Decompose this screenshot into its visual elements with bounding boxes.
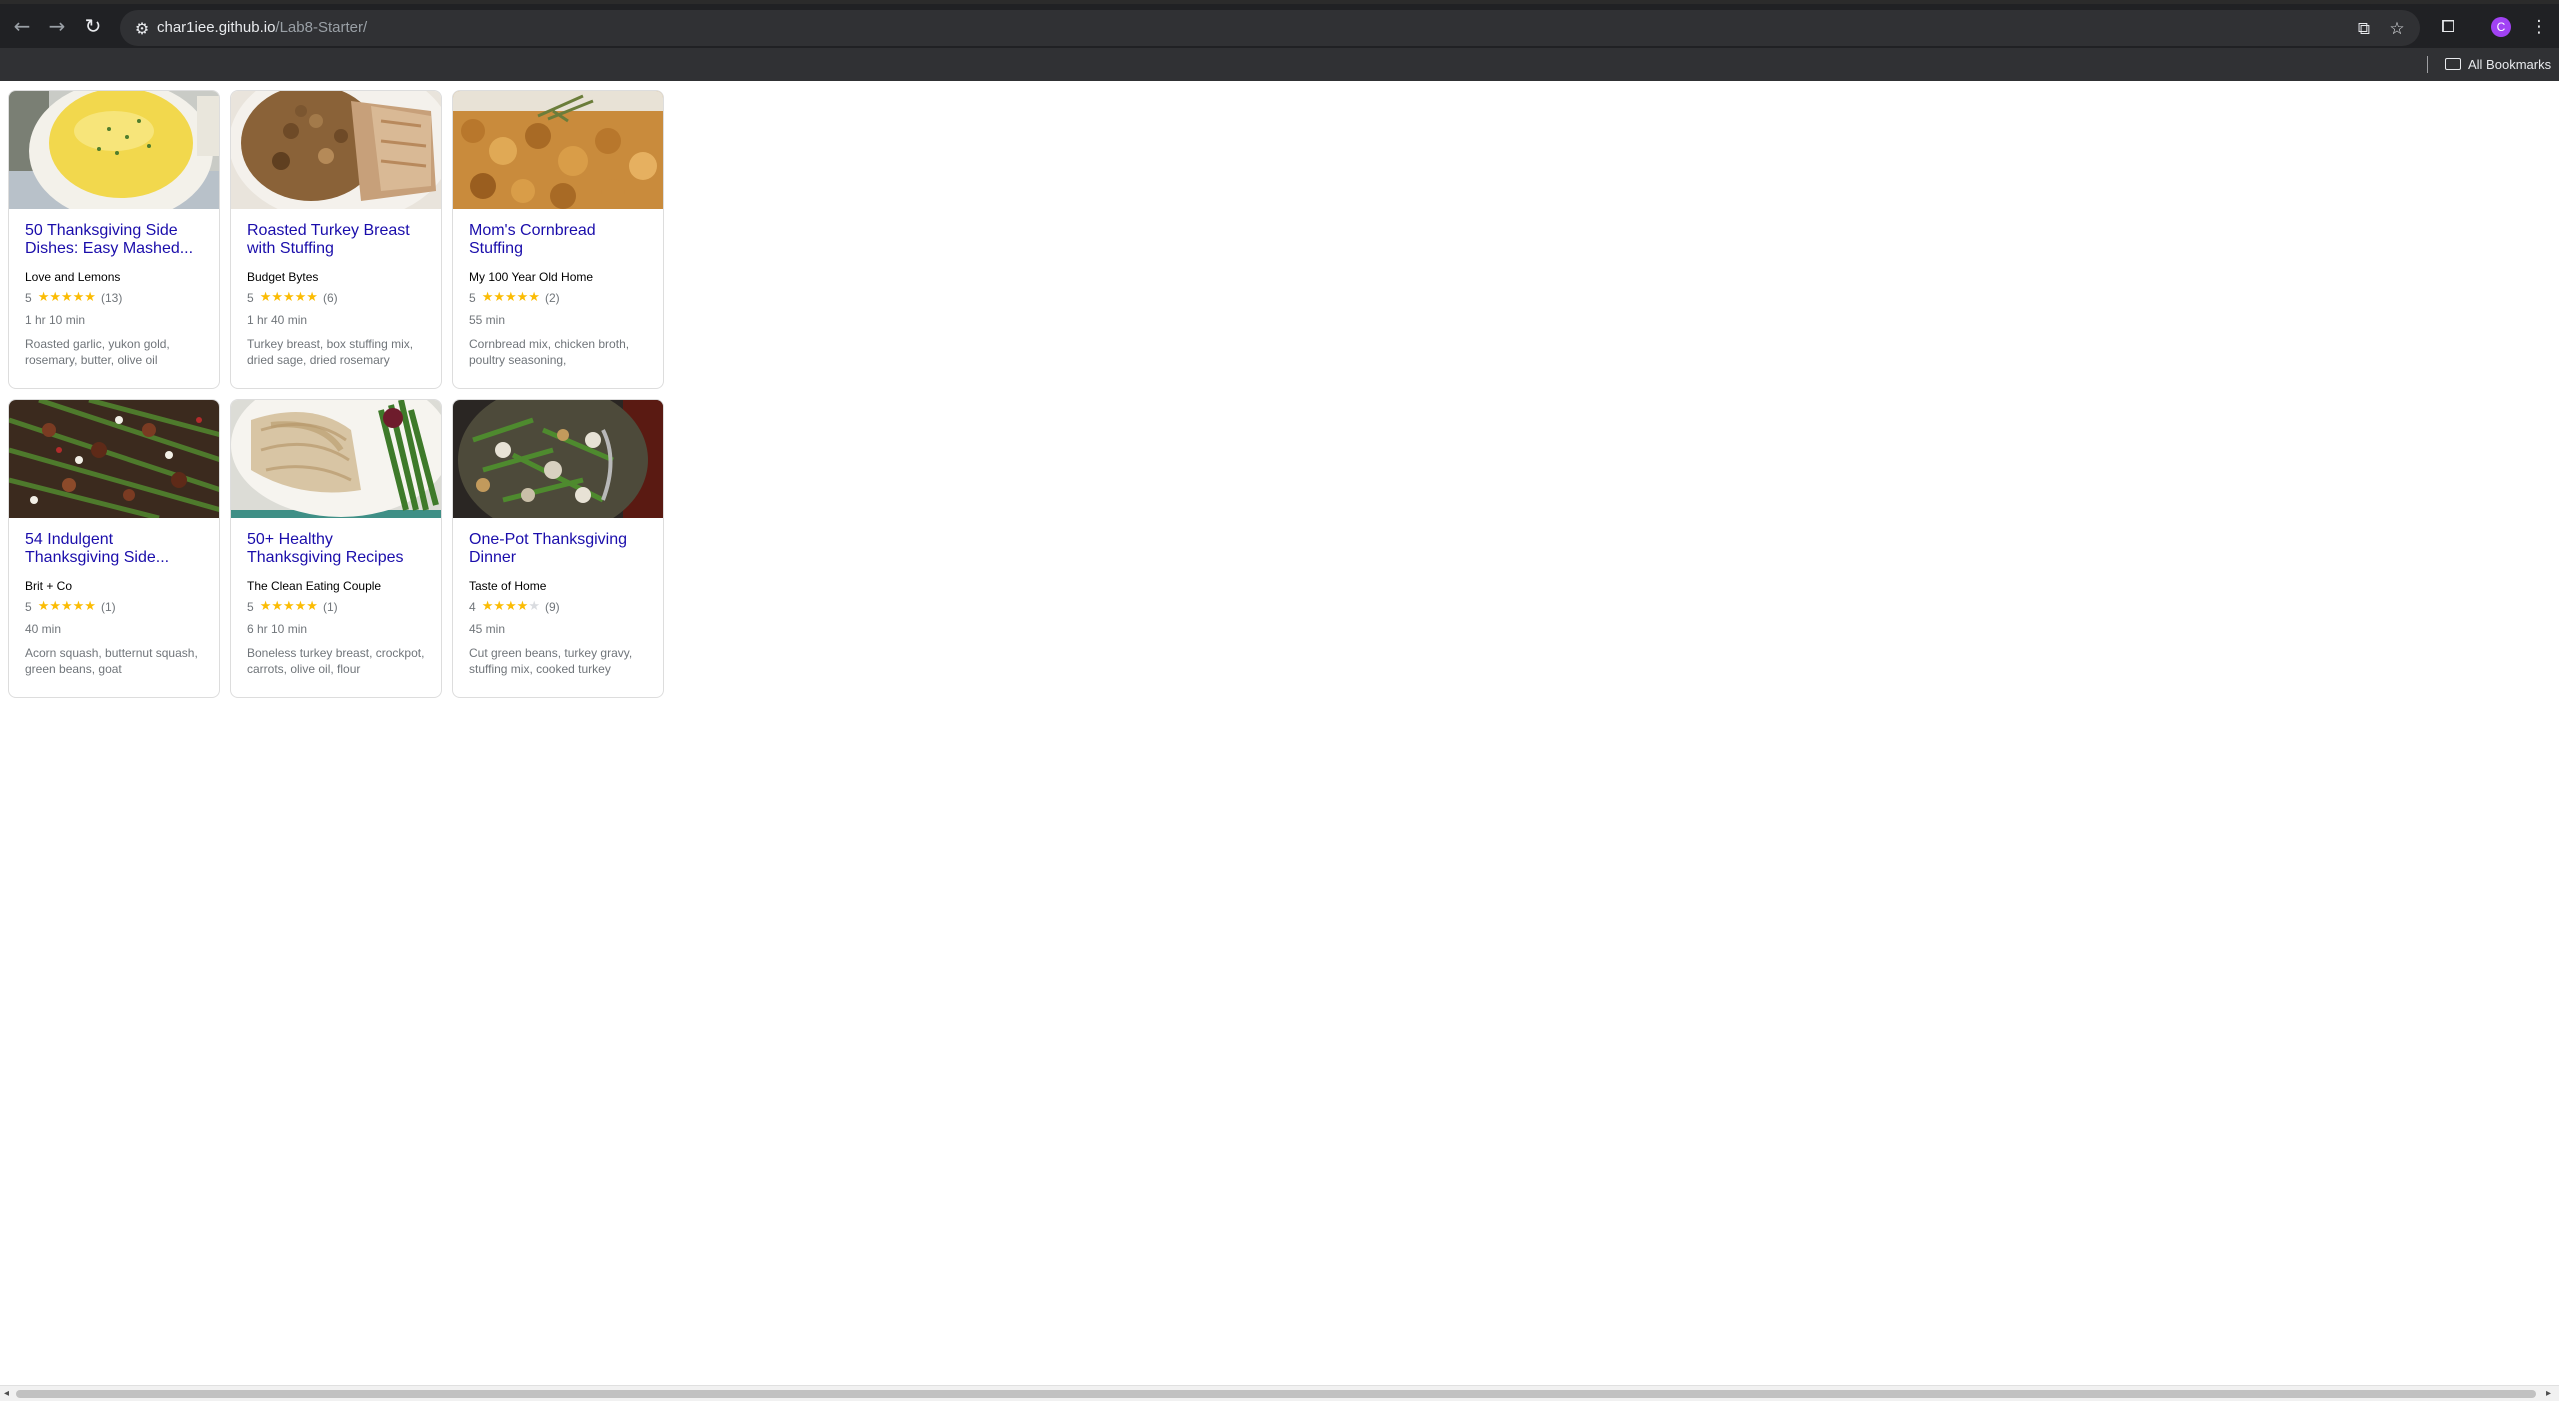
review-count: (2)	[544, 291, 560, 305]
profile-avatar[interactable]: C	[2491, 17, 2511, 37]
recipe-organization: Love and Lemons	[25, 270, 121, 284]
recipe-card: Roasted Turkey Breast with Stuffing Budg…	[230, 90, 442, 389]
star-rating-icon: ★★★★★	[260, 600, 318, 614]
recipe-organization: Budget Bytes	[247, 270, 319, 284]
review-count: (1)	[322, 600, 338, 614]
all-bookmarks-label: All Bookmarks	[2468, 56, 2552, 72]
recipe-card: 50+ Healthy Thanksgiving Recipes The Cle…	[230, 399, 442, 698]
empty-stars: ★	[528, 599, 540, 614]
recipe-image	[453, 400, 663, 518]
star-rating-icon: ★★★★★	[482, 291, 540, 305]
recipe-title-link[interactable]: 54 Indulgent Thanksgiving Side...	[25, 531, 203, 567]
recipe-image	[9, 400, 219, 518]
rating-value: 4	[469, 600, 476, 614]
recipe-image	[231, 400, 441, 518]
filled-stars: ★★★★	[481, 599, 529, 614]
bookmark-star-icon[interactable]: ☆	[2386, 18, 2408, 40]
recipe-time: 40 min	[25, 622, 62, 636]
recipe-card: One-Pot Thanksgiving Dinner Taste of Hom…	[452, 399, 664, 698]
star-rating-icon: ★★★★★	[38, 600, 96, 614]
reload-icon[interactable]: ↻	[81, 14, 105, 38]
url-host: char1iee.github.io	[157, 19, 276, 36]
bookmarks-divider	[2427, 56, 2428, 73]
recipe-time: 45 min	[469, 622, 506, 636]
recipe-time: 1 hr 10 min	[25, 313, 86, 327]
recipe-ingredients: Boneless turkey breast, crockpot, carrot…	[247, 646, 425, 676]
recipe-ingredients: Cut green beans, turkey gravy, stuffing …	[469, 646, 633, 676]
kebab-menu-icon[interactable]: ⋮	[2527, 15, 2551, 39]
recipe-image	[231, 91, 441, 209]
horizontal-scrollbar[interactable]: ◂ ▸	[0, 1385, 2559, 1401]
filled-stars: ★★★★★	[37, 599, 96, 614]
recipe-title-link[interactable]: Roasted Turkey Breast with Stuffing	[247, 222, 425, 258]
recipe-title-link[interactable]: 50+ Healthy Thanksgiving Recipes	[247, 531, 425, 567]
recipe-rating: 4 ★★★★★ (9)	[469, 600, 647, 615]
star-rating-icon: ★★★★★	[482, 600, 540, 614]
review-count: (6)	[322, 291, 338, 305]
install-app-icon[interactable]: ⧉	[2353, 18, 2375, 40]
url-text[interactable]: char1iee.github.io/Lab8-Starter/	[157, 19, 367, 36]
recipe-rating: 5 ★★★★★ (2)	[469, 291, 647, 306]
recipe-time: 55 min	[469, 313, 506, 327]
recipe-title-link[interactable]: 50 Thanksgiving Side Dishes: Easy Mashed…	[25, 222, 203, 258]
bookmarks-bar: All Bookmarks	[0, 48, 2559, 81]
cornbread-stuffing-image	[453, 91, 663, 209]
rating-value: 5	[25, 600, 32, 614]
sliced-turkey-green-beans-image	[231, 400, 441, 518]
all-bookmarks-button[interactable]: All Bookmarks	[2445, 54, 2551, 74]
rating-value: 5	[247, 600, 254, 614]
review-count: (9)	[544, 600, 560, 614]
rating-value: 5	[247, 291, 254, 305]
recipe-image	[9, 91, 219, 209]
recipe-ingredients: Acorn squash, butternut squash, green be…	[25, 646, 198, 676]
recipe-rating: 5 ★★★★★ (1)	[247, 600, 425, 615]
recipe-rating: 5 ★★★★★ (6)	[247, 291, 425, 306]
recipe-ingredients: Turkey breast, box stuffing mix, dried s…	[247, 337, 414, 367]
address-bar[interactable]: ⚙ char1iee.github.io/Lab8-Starter/ ⧉ ☆	[120, 10, 2420, 46]
filled-stars: ★★★★★	[481, 290, 540, 305]
recipe-rating: 5 ★★★★★ (13)	[25, 291, 203, 306]
filled-stars: ★★★★★	[259, 599, 318, 614]
one-pot-dinner-image	[453, 400, 663, 518]
rating-value: 5	[469, 291, 476, 305]
recipe-title-link[interactable]: Mom's Cornbread Stuffing	[469, 222, 647, 258]
url-path: /Lab8-Starter/	[275, 19, 368, 36]
review-count: (13)	[100, 291, 123, 305]
recipe-rating: 5 ★★★★★ (1)	[25, 600, 203, 615]
recipe-grid: 50 Thanksgiving Side Dishes: Easy Mashed…	[8, 90, 664, 698]
recipe-card: 54 Indulgent Thanksgiving Side... Brit +…	[8, 399, 220, 698]
star-rating-icon: ★★★★★	[38, 291, 96, 305]
recipe-time: 6 hr 10 min	[247, 622, 308, 636]
browser-toolbar: ← → ↻ ⚙ char1iee.github.io/Lab8-Starter/…	[0, 0, 2559, 48]
recipe-card: 50 Thanksgiving Side Dishes: Easy Mashed…	[8, 90, 220, 389]
recipe-time: 1 hr 40 min	[247, 313, 308, 327]
star-rating-icon: ★★★★★	[260, 291, 318, 305]
forward-arrow-icon[interactable]: →	[45, 14, 69, 38]
scroll-right-arrow-icon[interactable]: ▸	[2546, 1388, 2551, 1399]
site-info-icon[interactable]: ⚙	[132, 18, 152, 38]
recipe-title-link[interactable]: One-Pot Thanksgiving Dinner	[469, 531, 647, 567]
scroll-left-arrow-icon[interactable]: ◂	[4, 1388, 9, 1399]
review-count: (1)	[100, 600, 116, 614]
back-arrow-icon[interactable]: ←	[10, 14, 34, 38]
green-beans-pecans-image	[9, 400, 219, 518]
folder-icon	[2445, 58, 2461, 70]
recipe-image	[453, 91, 663, 209]
filled-stars: ★★★★★	[37, 290, 96, 305]
filled-stars: ★★★★★	[259, 290, 318, 305]
recipe-ingredients: Cornbread mix, chicken broth, poultry se…	[469, 337, 630, 367]
recipe-organization: The Clean Eating Couple	[247, 579, 382, 593]
extensions-icon[interactable]: ⧠	[2436, 15, 2460, 39]
rating-value: 5	[25, 291, 32, 305]
scrollbar-thumb[interactable]	[16, 1390, 2536, 1398]
recipe-ingredients: Roasted garlic, yukon gold, rosemary, bu…	[25, 337, 170, 367]
turkey-stuffing-image	[231, 91, 441, 209]
mashed-potatoes-image	[9, 91, 219, 209]
recipe-organization: Taste of Home	[469, 579, 547, 593]
recipe-organization: My 100 Year Old Home	[469, 270, 594, 284]
recipe-organization: Brit + Co	[25, 579, 73, 593]
recipe-card: Mom's Cornbread Stuffing My 100 Year Old…	[452, 90, 664, 389]
